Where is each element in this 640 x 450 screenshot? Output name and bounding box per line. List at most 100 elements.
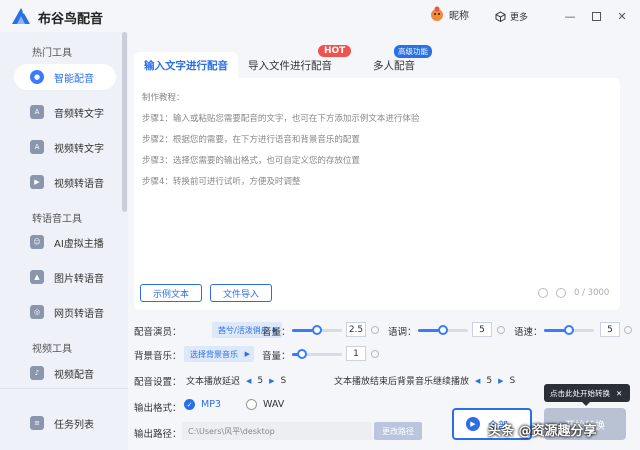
main-panel: 输入文字进行配音 导入文件进行配音 多人配音 HOT 高级功能 制作教程： 步骤… xyxy=(128,32,640,450)
maximize-icon[interactable] xyxy=(588,8,604,24)
sidebar-item-image-to-speech[interactable]: ▲ 图片转语音 xyxy=(14,264,116,290)
check-icon: ✓ xyxy=(184,399,195,410)
tone-reset-icon[interactable] xyxy=(497,326,505,334)
sidebar-item-video-to-speech[interactable]: ▶ 视频转语音 xyxy=(14,169,116,195)
start-tooltip: 点击此处开始转换 ✕ xyxy=(544,384,630,406)
sidebar-item-label: 智能配音 xyxy=(54,73,94,85)
sample-text-button[interactable]: 示例文本 xyxy=(140,284,202,302)
tab-input-text[interactable]: 输入文字进行配音 xyxy=(134,52,238,78)
sidebar-item-web-to-speech[interactable]: ◎ 网页转语音 xyxy=(14,299,116,325)
format-wav-radio[interactable]: WAV xyxy=(246,399,284,410)
group-title-tts: 转语音工具 xyxy=(32,214,82,225)
speed-value[interactable]: 5 xyxy=(600,322,620,337)
bgm-volume-slider-knob[interactable] xyxy=(297,349,307,359)
sidebar-divider xyxy=(0,388,128,389)
tone-slider[interactable] xyxy=(418,325,468,335)
path-label: 输出路径： xyxy=(134,429,182,440)
sidebar-item-label: 任务列表 xyxy=(54,419,94,431)
group-title-video: 视频工具 xyxy=(32,344,72,355)
radio-empty-icon xyxy=(246,399,257,410)
group-title-hot: 热门工具 xyxy=(32,48,72,59)
undo-icon[interactable] xyxy=(538,288,548,298)
import-file-button[interactable]: 文件导入 xyxy=(210,284,272,302)
tab-bar: 输入文字进行配音 导入文件进行配音 多人配音 xyxy=(134,52,440,78)
sidebar: 热门工具 ● 智能配音 A 音频转文字 A 视频转文字 ▶ 视频转语音 转语音工… xyxy=(0,32,128,450)
bgm-volume-slider[interactable] xyxy=(292,349,342,359)
start-delay-value[interactable]: 5 xyxy=(257,376,263,386)
sidebar-item-video-dubbing[interactable]: ♪ 视频配音 xyxy=(14,360,116,386)
sidebar-item-audio-to-text[interactable]: A 音频转文字 xyxy=(14,99,116,125)
more-menu[interactable]: 更多 xyxy=(495,10,528,23)
output-path-input[interactable] xyxy=(182,422,372,440)
tooltip-text: 点击此处开始转换 xyxy=(550,388,610,398)
video-mic-icon: ♪ xyxy=(30,366,44,380)
speed-slider[interactable] xyxy=(544,325,594,335)
watermark: 头条 @资源趣分享 xyxy=(488,424,597,439)
sidebar-item-label: 视频转语音 xyxy=(54,178,104,190)
change-path-button[interactable]: 更改路径 xyxy=(374,422,422,440)
close-icon[interactable]: ✕ xyxy=(614,8,630,24)
app-logo xyxy=(10,6,32,26)
speed-label: 语速： xyxy=(514,327,543,338)
tutorial-title: 制作教程： xyxy=(142,93,185,103)
end-delay-value[interactable]: 5 xyxy=(486,376,492,386)
hot-badge: HOT xyxy=(318,45,352,57)
increase-icon[interactable]: ▶ xyxy=(498,377,503,385)
char-count: 0 / 3000 xyxy=(574,288,610,298)
text-editor[interactable]: 制作教程： 步骤1：输入或粘贴您需要配音的文字，也可在下方添加示例文本进行体验 … xyxy=(134,78,620,310)
volume-reset-icon[interactable] xyxy=(371,326,379,334)
list-icon: ≡ xyxy=(30,416,44,430)
volume-slider[interactable] xyxy=(292,325,342,335)
tone-value[interactable]: 5 xyxy=(472,322,492,337)
format-mp3-radio[interactable]: ✓ MP3 xyxy=(184,399,221,410)
volume-slider-knob[interactable] xyxy=(312,325,322,335)
decrease-icon[interactable]: ◀ xyxy=(246,377,251,385)
volume-label: 音量： xyxy=(262,327,291,338)
speed-slider-knob[interactable] xyxy=(564,325,574,335)
sidebar-item-smart-dubbing[interactable]: ● 智能配音 xyxy=(14,64,116,90)
format-wav-label: WAV xyxy=(263,399,285,410)
decrease-icon[interactable]: ◀ xyxy=(475,377,480,385)
sidebar-item-video-to-text[interactable]: A 视频转文字 xyxy=(14,134,116,160)
end-delay-label: 文本播放结束后背景音乐继续播放 xyxy=(334,377,470,387)
play-icon: ▶ xyxy=(466,417,480,431)
minimize-icon[interactable]: — xyxy=(562,8,578,24)
start-delay-label: 文本播放延迟 xyxy=(186,377,241,387)
tutorial-step-4: 步骤4：转换前可进行试听，方便及时调整 xyxy=(142,177,301,187)
speed-reset-icon[interactable] xyxy=(624,326,632,334)
video-camera-icon: ▶ xyxy=(30,175,44,189)
tutorial-step-3: 步骤3：选择您需要的输出格式，也可自定义您的存放位置 xyxy=(142,156,360,166)
format-label: 输出格式： xyxy=(134,403,182,414)
tone-slider-knob[interactable] xyxy=(438,325,448,335)
bgm-value: 选择背景音乐 xyxy=(190,349,238,359)
image-icon: ▲ xyxy=(30,270,44,284)
increase-icon[interactable]: ▶ xyxy=(269,377,274,385)
end-delay-control: 文本播放结束后背景音乐继续播放 ◀ 5 ▶ S xyxy=(334,374,515,388)
bgm-select[interactable]: 选择背景音乐 ▶ xyxy=(184,346,254,362)
sidebar-item-task-list[interactable]: ≡ 任务列表 xyxy=(14,410,116,436)
sidebar-item-label: 视频转文字 xyxy=(54,143,104,155)
cube-icon xyxy=(495,11,506,22)
volume-value[interactable]: 2.5 xyxy=(346,322,366,337)
tutorial-step-2: 步骤2：根据您的需要，在下方进行语音和背景音乐的配置 xyxy=(142,135,360,145)
app-title: 布谷鸟配音 xyxy=(38,12,104,27)
bgm-volume-reset-icon[interactable] xyxy=(371,350,379,358)
bgm-volume-value[interactable]: 1 xyxy=(346,346,366,361)
user-name: 昵称 xyxy=(449,10,469,22)
format-mp3-label: MP3 xyxy=(201,399,221,410)
sidebar-item-label: 网页转语音 xyxy=(54,308,104,320)
tutorial-step-1: 步骤1：输入或粘贴您需要配音的文字，也可在下方添加示例文本进行体验 xyxy=(142,114,420,124)
clear-icon[interactable] xyxy=(556,288,566,298)
tone-label: 语调： xyxy=(388,327,417,338)
bird-avatar-icon xyxy=(430,6,444,22)
sidebar-scrollbar[interactable] xyxy=(122,32,127,212)
video-file-icon: A xyxy=(30,140,44,154)
mic-icon: ● xyxy=(30,70,44,84)
user-menu[interactable]: 昵称 xyxy=(430,6,469,22)
sidebar-item-label: 视频配音 xyxy=(54,369,94,381)
start-delay-unit: S xyxy=(280,375,287,386)
tooltip-close-icon[interactable]: ✕ xyxy=(616,389,622,398)
title-bar: 布谷鸟配音 昵称 更多 — ✕ xyxy=(0,0,640,32)
bgm-label: 背景音乐： xyxy=(134,351,182,362)
sidebar-item-ai-anchor[interactable]: ☺ AI虚拟主播 xyxy=(14,229,116,255)
